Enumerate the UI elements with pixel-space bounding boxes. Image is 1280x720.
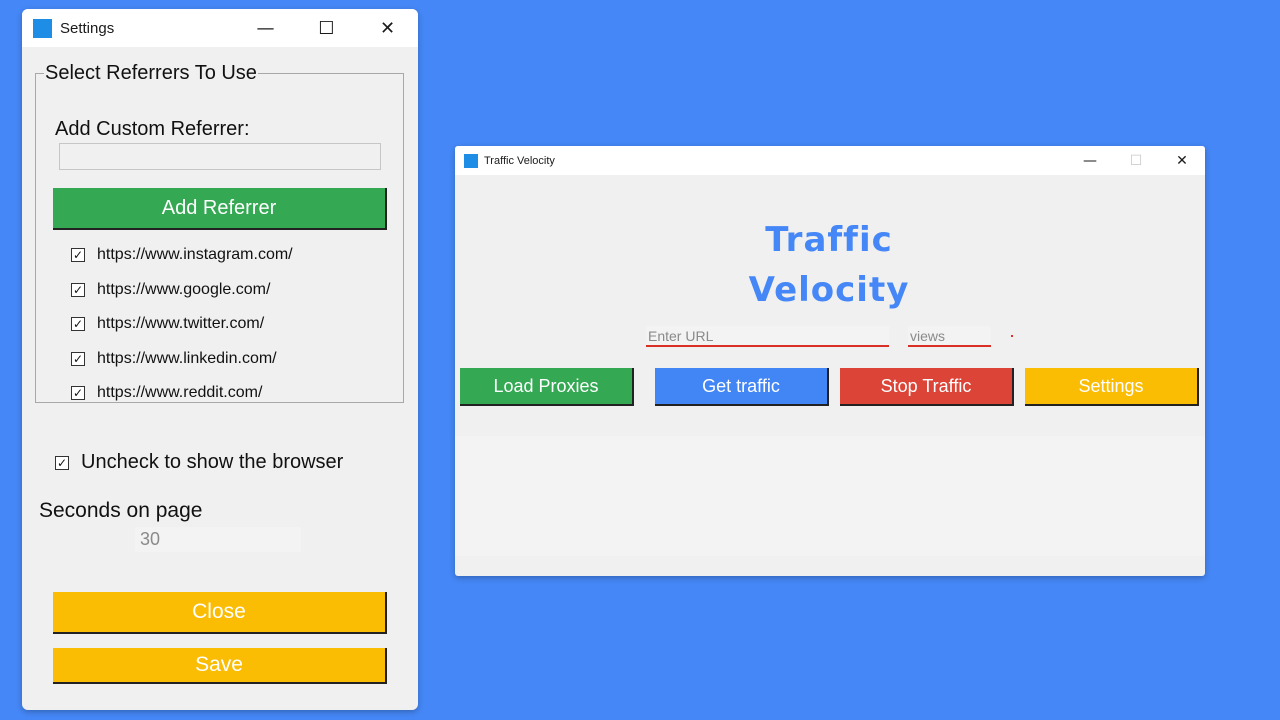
close-icon[interactable]: ✕ (1159, 146, 1205, 175)
checkbox-checked-icon[interactable]: ✓ (71, 282, 85, 297)
custom-referrer-input[interactable] (59, 143, 381, 170)
settings-window-title: Settings (60, 19, 115, 37)
settings-caption-buttons: — ☐ ✕ (235, 9, 418, 47)
maximize-icon: ☐ (1129, 152, 1143, 169)
show-browser-toggle[interactable]: ✓ Uncheck to show the browser (55, 451, 343, 474)
referrer-url: https://www.reddit.com/ (97, 384, 263, 402)
seconds-on-page-input[interactable] (135, 527, 301, 552)
tv-caption-buttons: — ☐ ✕ (1067, 146, 1205, 175)
checkbox-checked-icon[interactable]: ✓ (71, 248, 85, 263)
save-button[interactable]: Save (53, 648, 387, 684)
url-input[interactable] (646, 326, 889, 347)
close-button[interactable]: Close (53, 592, 387, 634)
referrer-item-twitter[interactable]: ✓ https://www.twitter.com/ (71, 307, 293, 342)
referrer-item-reddit[interactable]: ✓ https://www.reddit.com/ (71, 376, 293, 411)
app-window-icon (464, 153, 478, 168)
minimize-icon[interactable]: — (1067, 146, 1113, 175)
checkbox-checked-icon[interactable]: ✓ (55, 455, 69, 470)
settings-titlebar[interactable]: Settings — ☐ ✕ (22, 9, 418, 47)
close-icon[interactable]: ✕ (357, 9, 418, 47)
get-traffic-button[interactable]: Get traffic (655, 368, 829, 406)
minimize-icon[interactable]: — (235, 9, 296, 47)
tv-window-title: Traffic Velocity (484, 154, 555, 167)
referrer-item-linkedin[interactable]: ✓ https://www.linkedin.com/ (71, 342, 293, 377)
seconds-on-page-label: Seconds on page (39, 499, 203, 522)
referrer-url: https://www.google.com/ (97, 280, 271, 298)
tv-lower-panel (455, 436, 1205, 556)
settings-window: Settings — ☐ ✕ Select Referrers To Use A… (22, 9, 418, 710)
checkbox-checked-icon[interactable]: ✓ (71, 386, 85, 401)
stop-traffic-button[interactable]: Stop Traffic (840, 368, 1014, 406)
load-proxies-button[interactable]: Load Proxies (460, 368, 634, 406)
add-custom-referrer-label: Add Custom Referrer: (55, 118, 250, 140)
maximize-icon[interactable]: ☐ (296, 9, 357, 47)
validation-marker (1011, 335, 1013, 337)
referrer-item-instagram[interactable]: ✓ https://www.instagram.com/ (71, 238, 293, 273)
tv-titlebar[interactable]: Traffic Velocity — ☐ ✕ (455, 146, 1205, 175)
views-input[interactable] (908, 326, 991, 347)
add-referrer-button[interactable]: Add Referrer (53, 188, 387, 230)
settings-button[interactable]: Settings (1025, 368, 1199, 406)
referrer-list: ✓ https://www.instagram.com/ ✓ https://w… (71, 238, 293, 411)
referrer-url: https://www.instagram.com/ (97, 246, 293, 264)
app-window-icon (33, 18, 52, 38)
traffic-velocity-window: Traffic Velocity — ☐ ✕ Traffic Velocity … (455, 146, 1205, 576)
checkbox-checked-icon[interactable]: ✓ (71, 317, 85, 332)
referrers-groupbox: Select Referrers To Use Add Custom Refer… (35, 62, 404, 403)
checkbox-checked-icon[interactable]: ✓ (71, 351, 85, 366)
referrer-url: https://www.linkedin.com/ (97, 349, 277, 367)
referrers-group-title: Select Referrers To Use (44, 62, 258, 84)
referrer-url: https://www.twitter.com/ (97, 315, 265, 333)
referrer-item-google[interactable]: ✓ https://www.google.com/ (71, 273, 293, 308)
tv-heading: Traffic Velocity (748, 220, 910, 310)
show-browser-label: Uncheck to show the browser (81, 451, 344, 473)
